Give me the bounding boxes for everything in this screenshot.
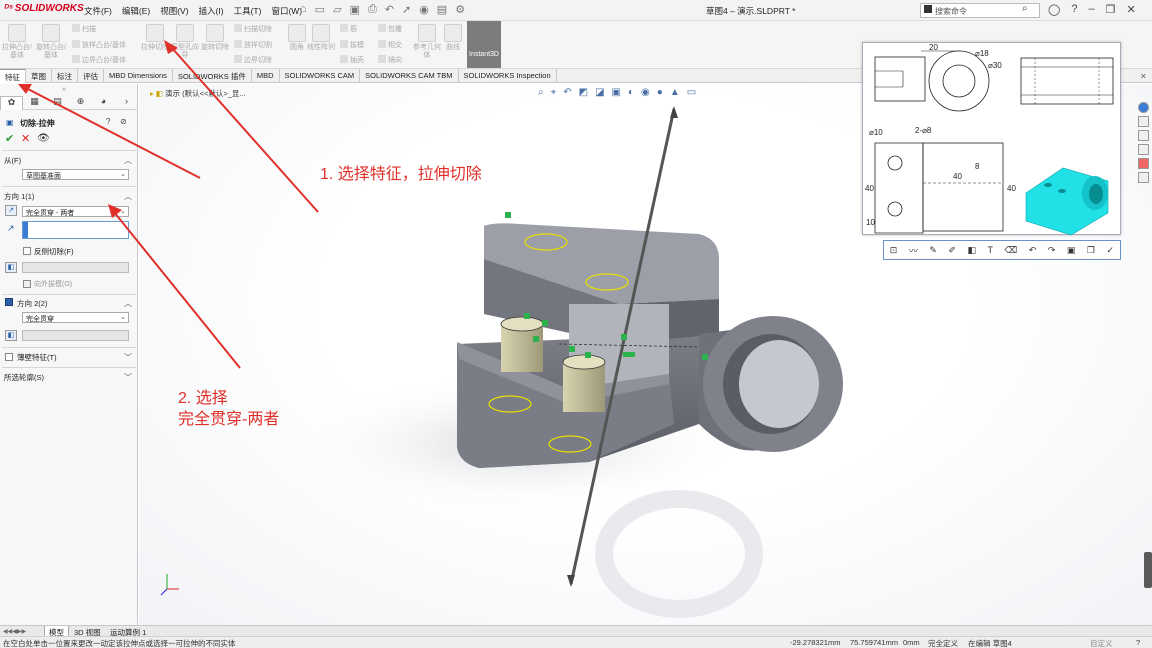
annotation-step1: 1. 选择特征，拉伸切除 [320,166,482,183]
status-bar: 在空白处单击一位置来更改一动定该拉伸点或选择一可拉伸的不同实体 -29.2783… [0,636,1152,648]
status-editing: 在编辑 草图4 [968,639,1012,648]
annotation-arrow-end-condition [113,211,241,369]
model-tabs: ◀◀◀▶▶ 模型 3D 视图 运动算例 1 [0,625,1152,637]
annotation-step2-line2: 完全贯穿-两者 [178,411,280,428]
arrowhead-icon [108,204,122,218]
status-units[interactable]: 自定义 [1090,638,1113,648]
solidworks-window: ᴰˢ SOLIDWORKS 文件(F) 编辑(E) 视图(V) 插入(I) 工具(… [0,0,1152,648]
status-x-coordinate: -29.278321mm [790,638,841,647]
help-icon[interactable]: ? [1136,638,1140,647]
status-hint: 在空白处单击一位置来更改一动定该拉伸点或选择一可拉伸的不同实体 [3,639,236,648]
tutorial-annotations [18,40,319,369]
status-y-coordinate: 75.759741mm [850,638,898,647]
status-definition: 完全定义 [928,639,958,648]
annotation-arrow-extrude-cut [171,47,319,213]
status-z-coordinate: 0mm [903,638,920,647]
annotation-arrow-features-tab [25,87,201,179]
tab-scroll-icons[interactable]: ◀◀◀▶▶ [3,628,26,635]
